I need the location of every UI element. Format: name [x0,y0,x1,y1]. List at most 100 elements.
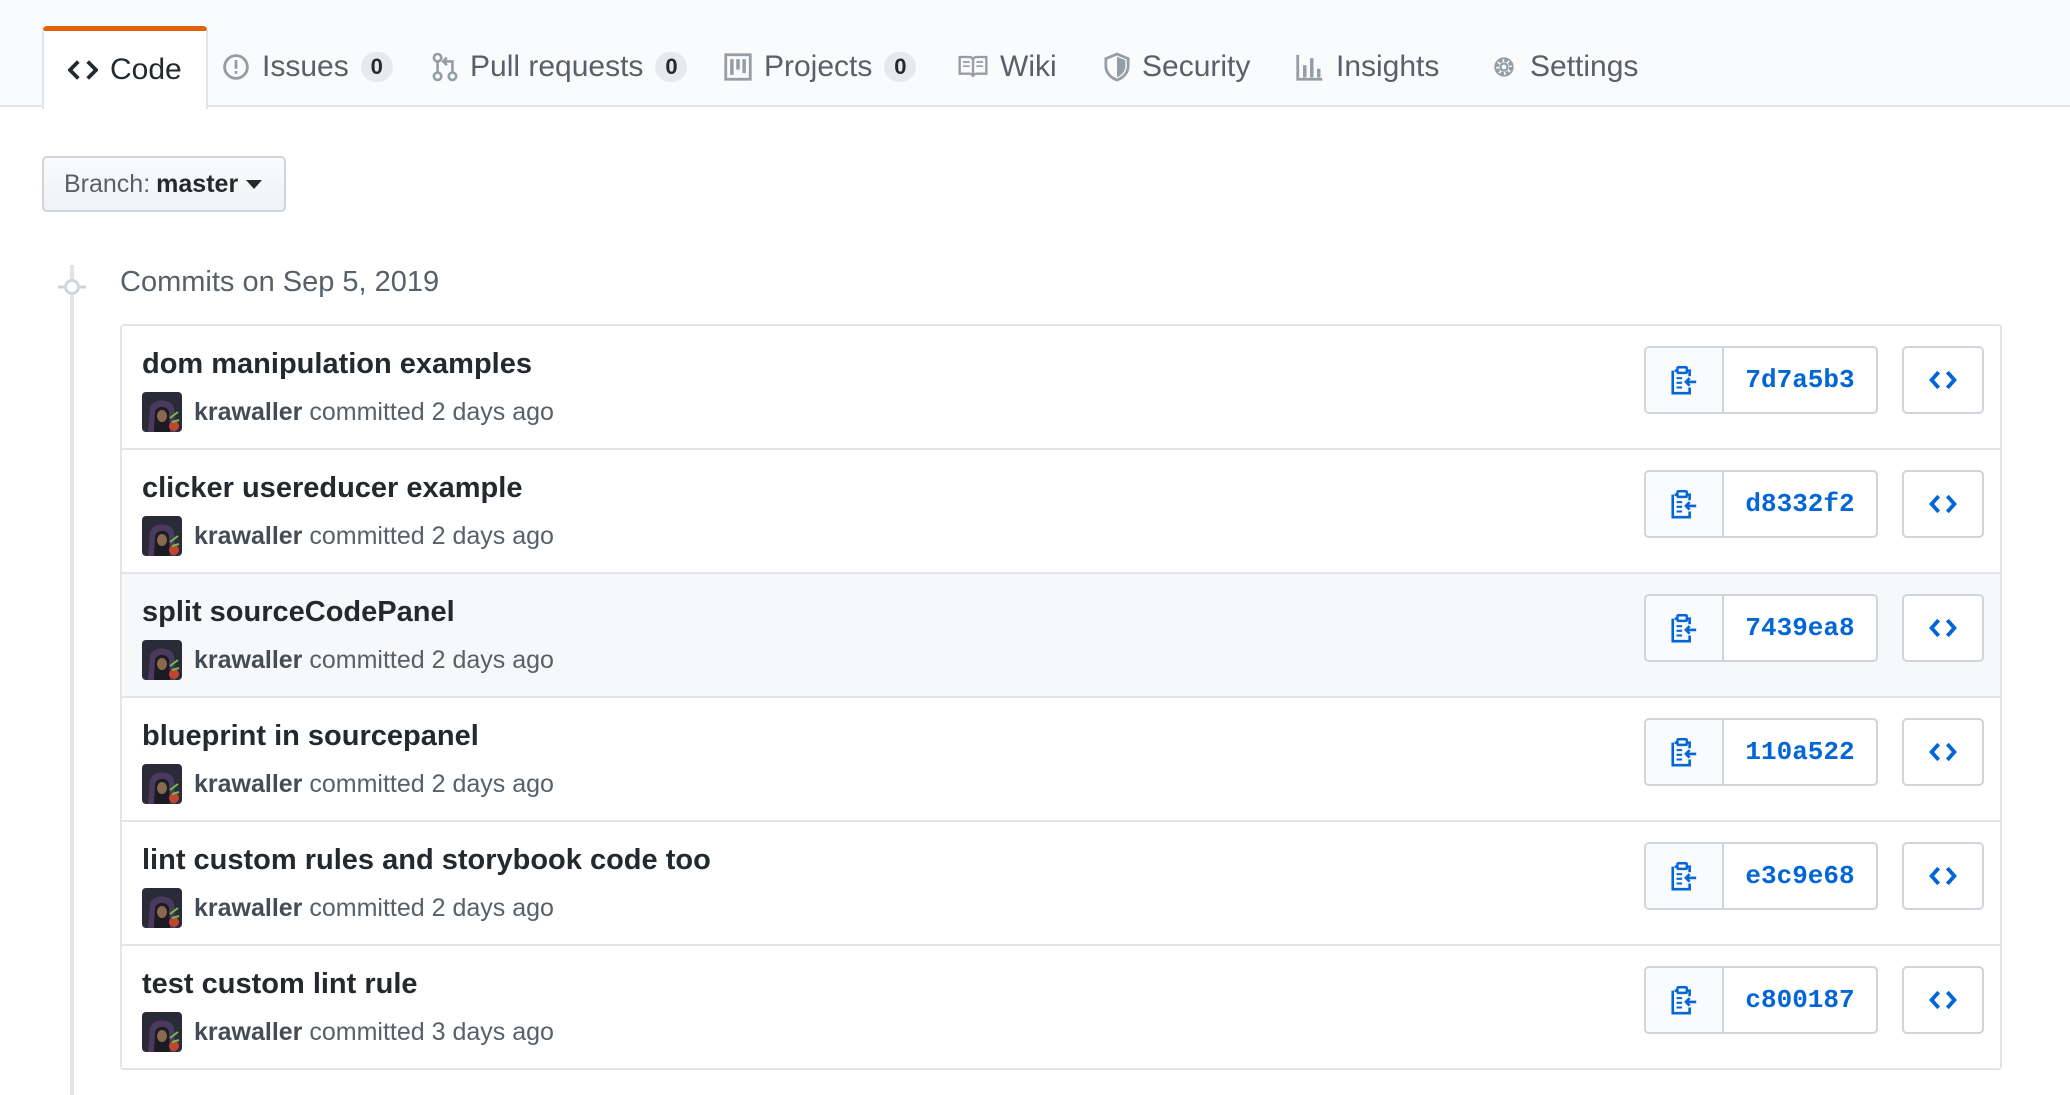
commit-action: committed [309,769,425,798]
sha-button-group: e3c9e68 [1644,842,1878,910]
sha-button-group: 110a522 [1644,718,1878,786]
commit-time: 2 days ago [431,397,554,426]
code-icon [1929,370,1957,390]
commit-message-link[interactable]: split sourceCodePanel [142,596,455,629]
commit-time: 2 days ago [431,521,554,550]
code-icon [1929,866,1957,886]
avatar[interactable] [142,640,182,680]
commit-message-link[interactable]: blueprint in sourcepanel [142,720,479,753]
commit-author-link[interactable]: krawaller [194,894,302,922]
commit-meta: krawaller committed 2 days ago [142,640,554,680]
code-icon [1929,494,1957,514]
avatar[interactable] [142,516,182,556]
tab-code[interactable]: Code [42,26,208,109]
avatar[interactable] [142,1012,182,1052]
commit-group-title: Commits on Sep 5, 2019 [120,266,440,298]
tab-label: Issues [262,49,349,83]
clippy-icon [1671,986,1697,1015]
copy-sha-button[interactable] [1646,348,1724,412]
avatar[interactable] [142,764,182,804]
commit-row: test custom lint rule krawaller committe… [122,946,2000,1068]
tab-issues[interactable]: Issues 0 [198,26,417,107]
book-icon [958,55,988,77]
commit-action: committed [309,1017,425,1046]
shield-icon [1104,51,1130,81]
commit-action: committed [309,397,425,426]
commit-action: committed [309,645,425,674]
copy-sha-button[interactable] [1646,596,1724,660]
browse-files-button[interactable] [1902,718,1984,786]
avatar[interactable] [142,392,182,432]
browse-files-button[interactable] [1902,966,1984,1034]
pull-request-icon [432,52,458,81]
commit-row: lint custom rules and storybook code too… [122,822,2000,946]
copy-sha-button[interactable] [1646,720,1724,784]
projects-counter: 0 [884,51,917,82]
tab-label: Settings [1530,49,1639,83]
browse-files-button[interactable] [1902,842,1984,910]
commit-message-link[interactable]: clicker usereducer example [142,472,522,505]
caret-down-icon [246,179,263,189]
commit-row: clicker usereducer example krawaller com… [122,450,2000,574]
commit-sha-link[interactable]: 7439ea8 [1724,596,1876,660]
browse-files-button[interactable] [1902,470,1984,538]
avatar[interactable] [142,888,182,928]
clippy-icon [1671,738,1697,767]
clippy-icon [1671,490,1697,519]
commit-author-link[interactable]: krawaller [194,522,302,550]
commit-sha-link[interactable]: d8332f2 [1724,472,1876,536]
tab-security[interactable]: Security [1080,26,1274,107]
commit-time: 2 days ago [431,769,554,798]
commit-row: dom manipulation examples krawaller comm… [122,326,2000,450]
commit-icon [58,279,86,295]
tab-settings[interactable]: Settings [1466,26,1662,107]
commit-author-link[interactable]: krawaller [194,398,302,426]
commit-sha-link[interactable]: e3c9e68 [1724,844,1876,908]
commit-time: 2 days ago [431,893,554,922]
commit-action: committed [309,521,425,550]
commit-message-link[interactable]: lint custom rules and storybook code too [142,844,711,877]
project-icon [724,52,752,81]
copy-sha-button[interactable] [1646,968,1724,1032]
tab-insights[interactable]: Insights [1272,26,1463,107]
commit-message-link[interactable]: test custom lint rule [142,968,418,1001]
tab-projects[interactable]: Projects 0 [700,26,940,107]
copy-sha-button[interactable] [1646,844,1724,908]
browse-files-button[interactable] [1902,594,1984,662]
clippy-icon [1671,366,1697,395]
commit-author-link[interactable]: krawaller [194,770,302,798]
sha-button-group: c800187 [1644,966,1878,1034]
code-icon [68,60,98,80]
tab-wiki[interactable]: Wiki [934,26,1081,107]
commit-meta: krawaller committed 2 days ago [142,392,554,432]
commit-message-link[interactable]: dom manipulation examples [142,348,532,381]
commit-action: committed [309,893,425,922]
repo-nav: Code Issues 0 Pull requests 0 Projects 0… [0,0,2070,109]
copy-sha-button[interactable] [1646,472,1724,536]
commit-row: blueprint in sourcepanel krawaller commi… [122,698,2000,822]
issues-counter: 0 [360,51,393,82]
issue-icon [223,53,249,80]
commit-sha-link[interactable]: 110a522 [1724,720,1876,784]
tab-pull-requests[interactable]: Pull requests 0 [408,26,711,107]
commit-sha-link[interactable]: 7d7a5b3 [1724,348,1876,412]
tab-label: Code [110,53,182,86]
code-icon [1929,990,1957,1010]
sha-button-group: d8332f2 [1644,470,1878,538]
browse-files-button[interactable] [1902,346,1984,414]
sha-button-group: 7439ea8 [1644,594,1878,662]
branch-prefix: Branch: [64,169,151,198]
commit-author-link[interactable]: krawaller [194,1018,302,1046]
clippy-icon [1671,862,1697,891]
commit-sha-link[interactable]: c800187 [1724,968,1876,1032]
commit-time: 2 days ago [431,645,554,674]
tab-label: Wiki [1000,49,1057,83]
graph-icon [1296,54,1323,81]
commit-list: dom manipulation examples krawaller comm… [120,324,2002,1070]
tab-label: Security [1142,49,1251,83]
tab-label: Pull requests [470,49,644,83]
tab-label: Projects [764,49,873,83]
commit-author-link[interactable]: krawaller [194,646,302,674]
tab-label: Insights [1336,49,1440,83]
branch-select-button[interactable]: Branch: master [42,156,286,212]
